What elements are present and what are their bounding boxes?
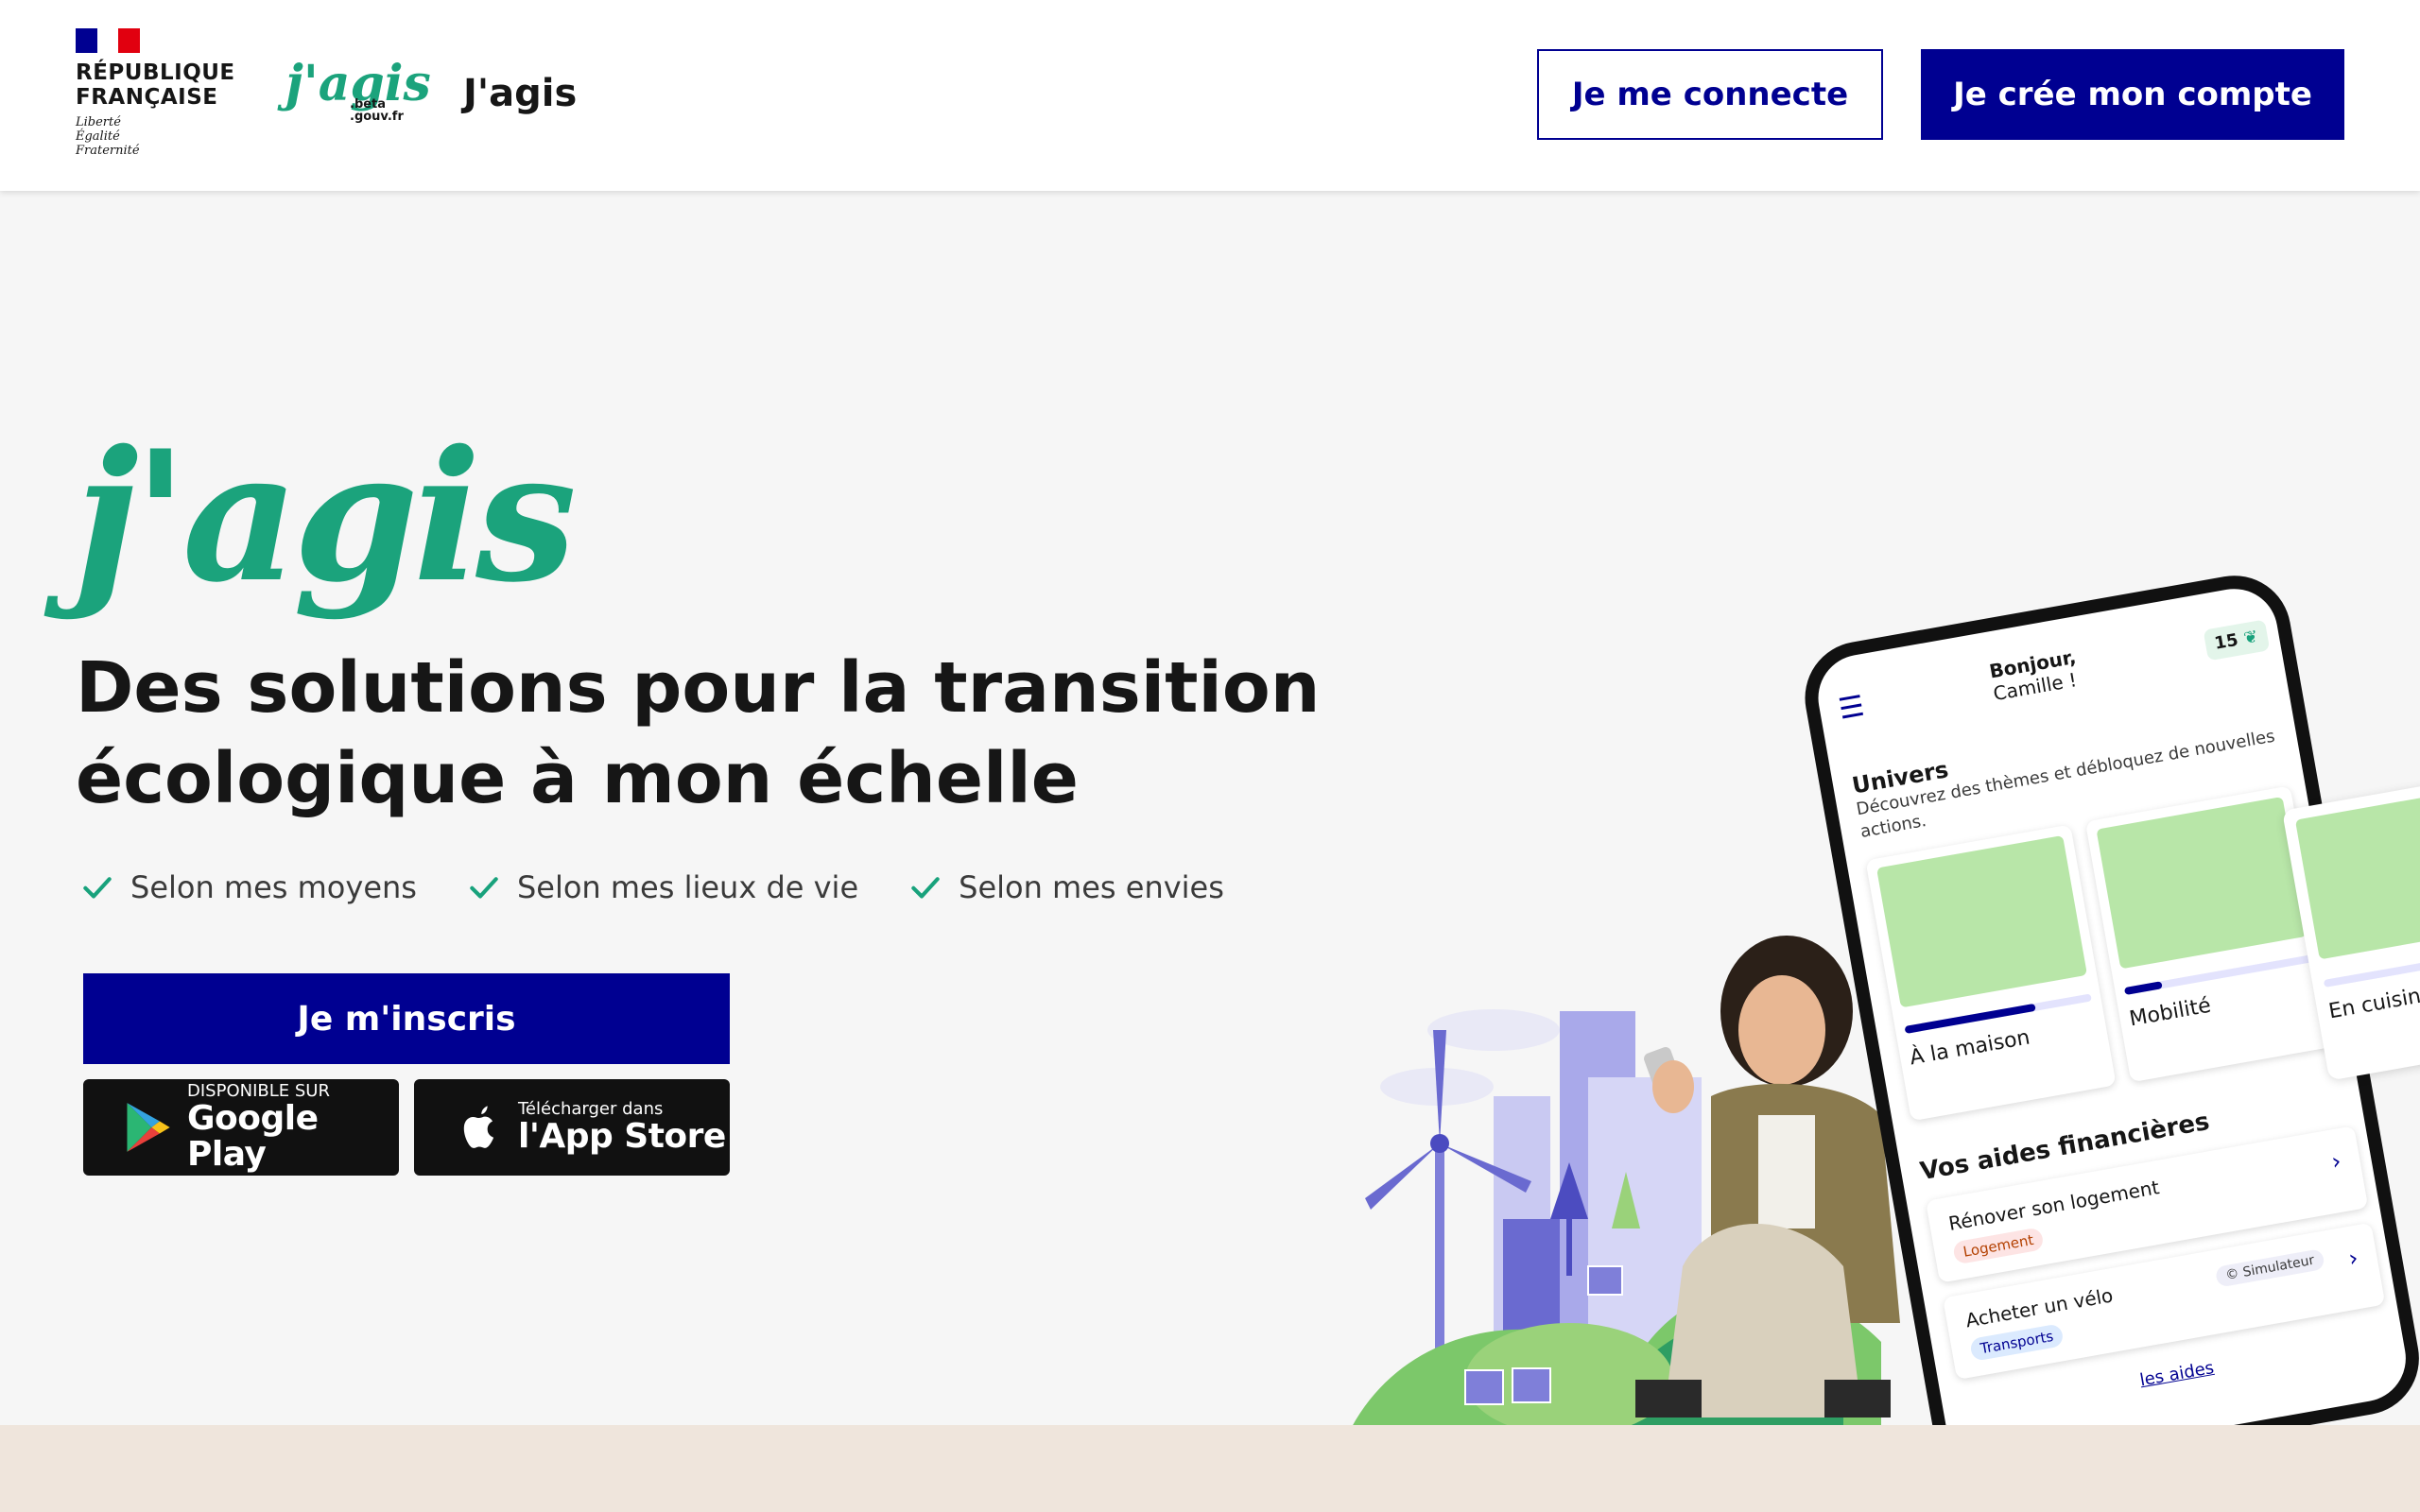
benefit-item: Selon mes moyens [79,869,417,905]
app-store-button[interactable]: Télécharger dans l'App Store [414,1079,730,1176]
signup-button[interactable]: Je m'inscris [83,973,730,1064]
chevron-right-icon: › [2329,1147,2343,1176]
apple-icon [463,1106,494,1148]
footer-band [0,1425,2420,1512]
create-account-button[interactable]: Je crée mon compte [1921,49,2344,140]
benefit-item: Selon mes lieux de vie [466,869,858,905]
google-play-small: DISPONIBLE SUR [187,1081,330,1101]
progress-bar [2323,955,2420,988]
phone-greeting: Bonjour, Camille ! [1988,645,2083,705]
phone-screen: ☰ Bonjour, Camille ! 15 ❦ Univers Découv… [1835,612,2393,1422]
site-name[interactable]: J'agis [463,72,577,115]
aide-tag: Transports [1969,1323,2065,1362]
devise-egalite: Égalité [76,129,120,144]
simulator-badge: © Simulateur [2214,1248,2325,1288]
benefit-label: Selon mes envies [959,869,1224,905]
google-play-button[interactable]: DISPONIBLE SUR Google Play [83,1079,399,1176]
aide-tag: Logement [1952,1227,2045,1265]
jagis-hero-logo: j'agis [74,411,577,622]
points-badge: 15 ❦ [2202,618,2271,661]
hero-title: Des solutions pour la transition écologi… [76,647,1321,819]
benefit-label: Selon mes lieux de vie [516,869,859,905]
univers-cards: À la maison Mobilité [1865,785,2340,1122]
login-button[interactable]: Je me connecte [1537,49,1883,140]
google-play-big: Google Play [187,1099,319,1174]
marianne-flag-icon [76,28,141,53]
app-store-text: Télécharger dans l'App Store [518,1100,726,1155]
beta-gouv-label: .beta .gouv.fr [350,98,404,123]
google-play-text: DISPONIBLE SUR Google Play [187,1082,399,1173]
app-store-small: Télécharger dans [518,1099,664,1119]
leaf-icon: ❦ [2241,626,2260,648]
devise-fraternite: Fraternité [76,144,140,158]
beta-line2: .gouv.fr [350,110,404,124]
check-icon [83,877,112,899]
kitchen-illustration [2294,792,2420,960]
republique-francaise-logo[interactable]: RÉPUBLIQUE FRANÇAISE Liberté Égalité Fra… [76,28,235,158]
points-value: 15 [2212,629,2240,654]
home-illustration [1876,834,2088,1008]
benefits-list: Selon mes moyens Selon mes lieux de vie … [79,869,1224,905]
check-icon [470,877,498,899]
univers-card: À la maison [1865,824,2117,1122]
progress-fill [2123,981,2163,996]
devise-liberte: Liberté [76,115,121,129]
site-header: RÉPUBLIQUE FRANÇAISE Liberté Égalité Fra… [0,0,2420,191]
app-store-big: l'App Store [518,1117,726,1156]
chevron-right-icon: › [2346,1244,2360,1272]
mobility-illustration [2096,797,2308,970]
rf-line2: FRANÇAISE [76,85,218,110]
google-play-icon [127,1103,170,1152]
check-icon [911,877,940,899]
rf-line1: RÉPUBLIQUE [76,60,235,85]
benefit-label: Selon mes moyens [130,869,417,905]
benefit-item: Selon mes envies [908,869,1224,905]
hamburger-menu-icon: ☰ [1836,689,1867,727]
devise: Liberté Égalité Fraternité [76,115,227,158]
